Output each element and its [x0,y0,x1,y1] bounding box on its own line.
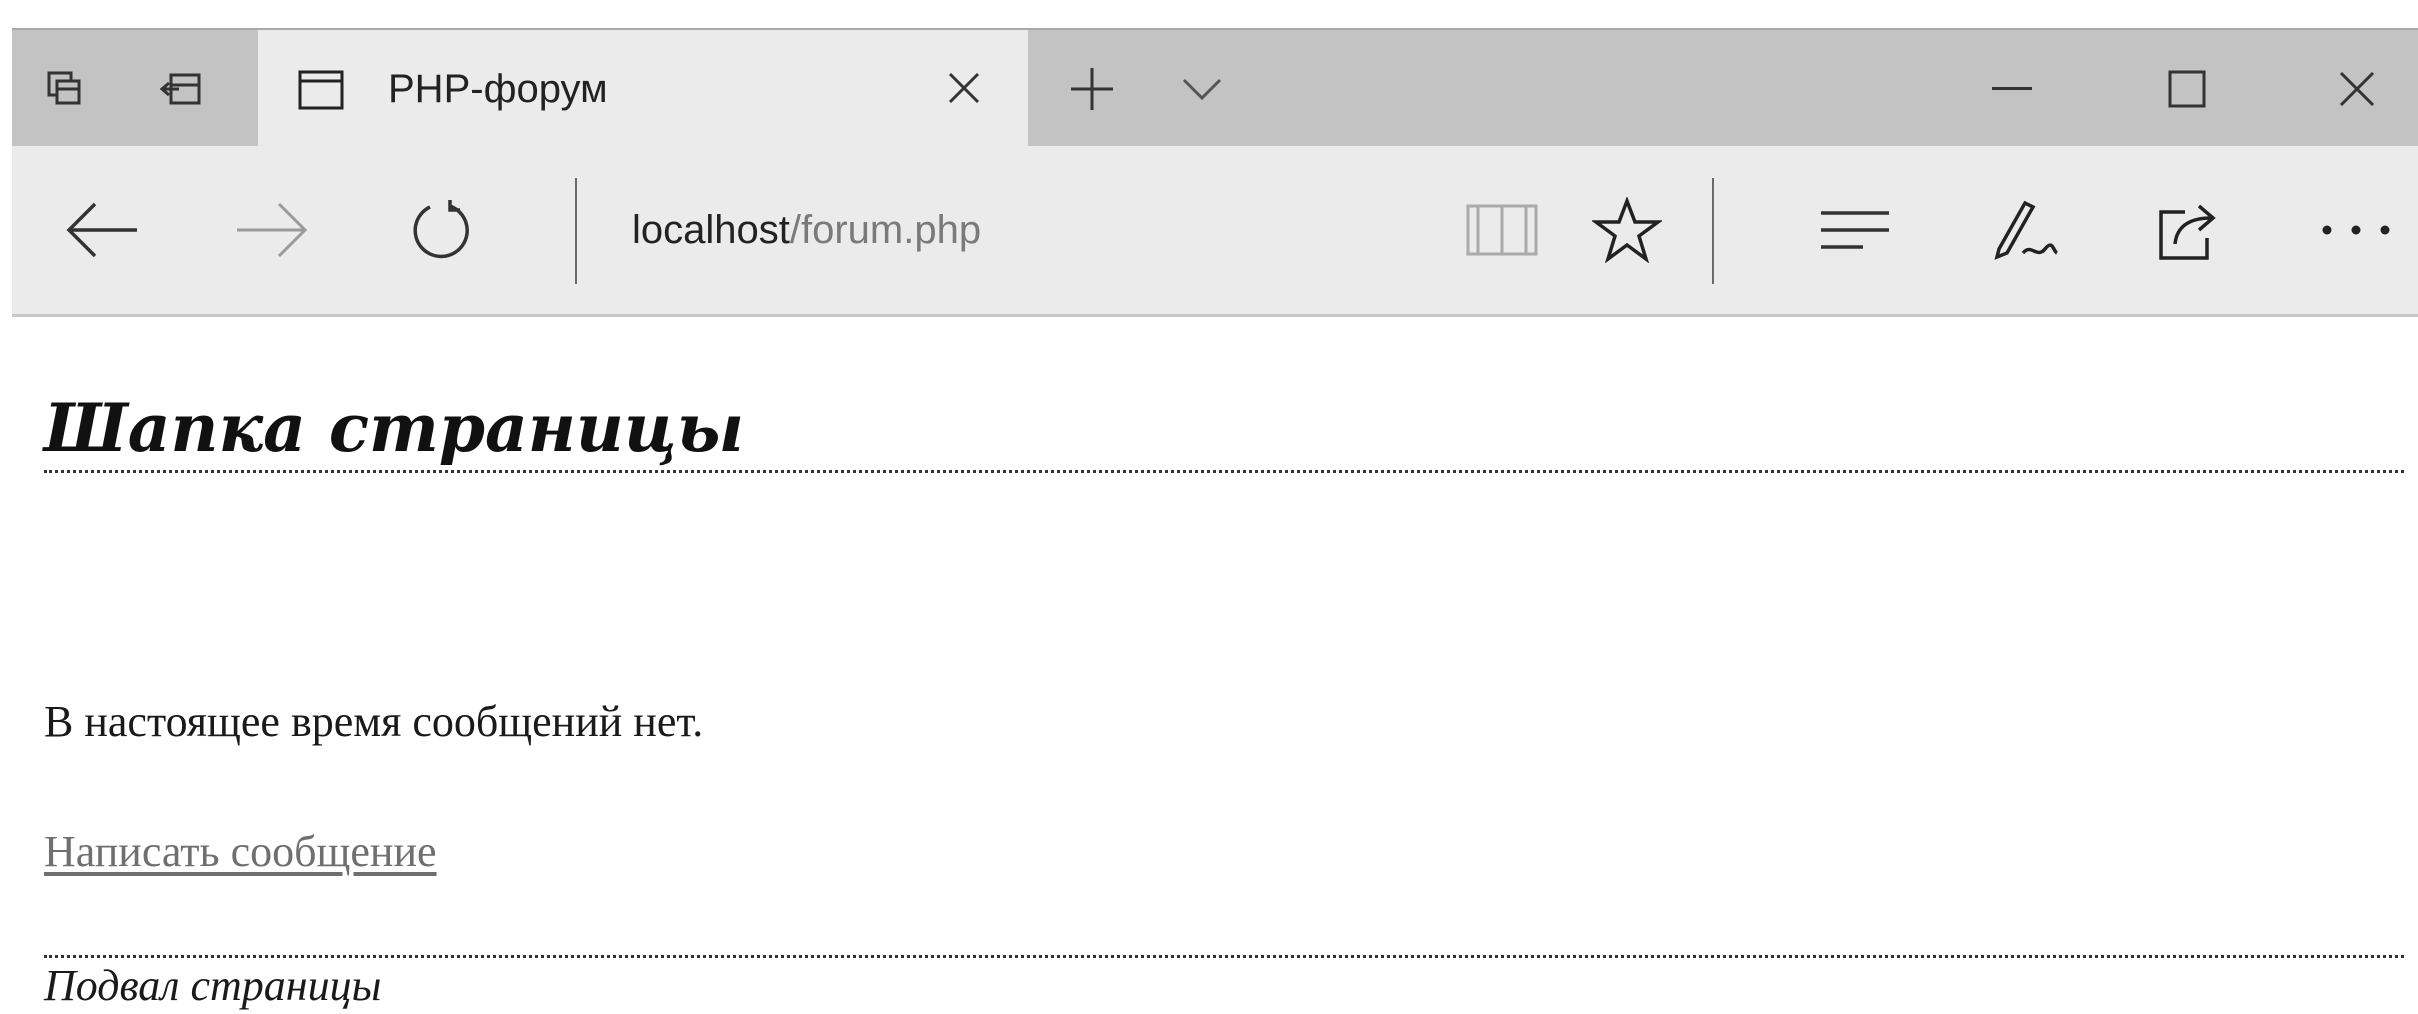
tab-title: PHP-форум [388,67,608,111]
page-header: Шапка страницы [44,388,2404,473]
browser-tab-bar: PHP-форум [12,28,2418,148]
close-icon[interactable] [2302,30,2412,148]
web-note-icon[interactable] [1974,146,2074,314]
page-icon [298,70,344,115]
address-host: localhost [632,208,790,252]
maximize-icon[interactable] [2132,30,2242,148]
active-tab[interactable]: PHP-форум [258,30,1028,148]
forward-arrow-icon[interactable] [222,146,322,314]
toolbar-separator [1712,178,1714,284]
empty-messages-text: В настоящее время сообщений нет. [44,697,704,746]
address-path: /forum.php [789,208,982,252]
hub-icon[interactable] [1805,146,1905,314]
address-bar[interactable]: localhost/forum.php [632,146,981,314]
refresh-icon[interactable] [392,146,492,314]
set-aside-tabs-icon[interactable] [136,30,226,148]
write-message-link[interactable]: Написать сообщение [44,826,437,877]
reading-view-icon[interactable] [1452,146,1552,314]
page-header-title: Шапка страницы [44,389,745,467]
more-icon[interactable] [2306,146,2406,314]
share-icon[interactable] [2140,146,2240,314]
browser-nav-bar: localhost/forum.php [12,146,2418,317]
footer-divider [44,955,2404,958]
page-footer-text: Подвал страницы [44,961,382,1010]
minimize-icon[interactable] [1957,30,2067,148]
tab-preview-icon[interactable] [20,30,110,148]
screen-top-margin [0,0,2418,28]
back-arrow-icon[interactable] [52,146,152,314]
tab-list-chevron-icon[interactable] [1152,30,1252,148]
tab-close-icon[interactable] [944,68,984,113]
favorites-star-icon[interactable] [1577,146,1677,314]
new-tab-icon[interactable] [1042,30,1142,148]
address-separator [575,178,577,284]
